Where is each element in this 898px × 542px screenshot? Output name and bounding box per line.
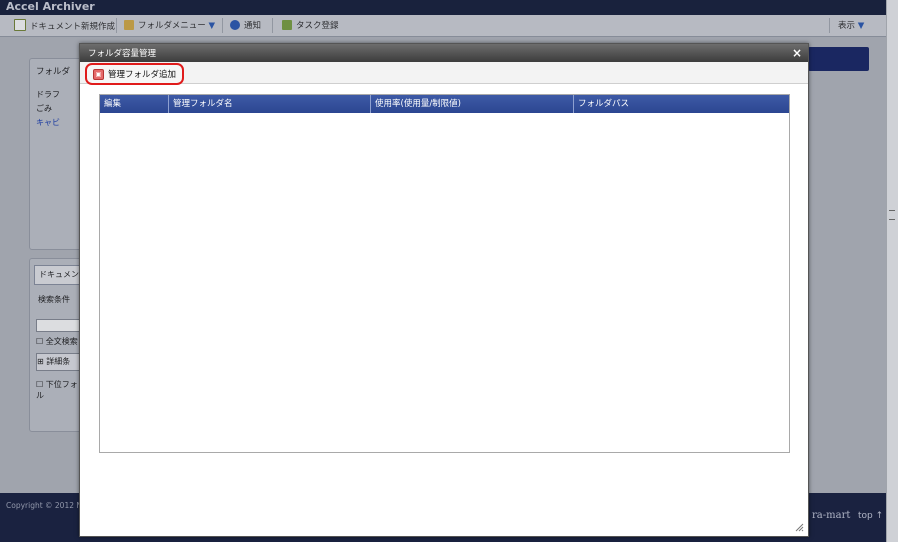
add-folder-icon: ▣: [93, 68, 104, 80]
table-header-scroll-cap: [775, 95, 789, 113]
page-scrollbar[interactable]: [886, 0, 898, 542]
scroll-grip-icon: [889, 210, 895, 220]
dialog-toolbar: ▣ 管理フォルダ追加: [80, 62, 808, 85]
add-managed-folder-label: 管理フォルダ追加: [108, 70, 177, 80]
column-header-edit[interactable]: 編集: [100, 95, 169, 113]
add-managed-folder-button[interactable]: ▣ 管理フォルダ追加: [85, 63, 185, 85]
close-icon[interactable]: ×: [792, 46, 802, 60]
table-header: 編集 管理フォルダ名 使用率(使用量/制限値) フォルダパス: [100, 95, 789, 113]
column-header-folder-name[interactable]: 管理フォルダ名: [169, 95, 371, 113]
managed-folder-table: 編集 管理フォルダ名 使用率(使用量/制限値) フォルダパス: [99, 94, 790, 453]
folder-capacity-dialog: フォルダ容量管理 × ▣ 管理フォルダ追加 編集 管理フォルダ名 使用率(使用量…: [79, 43, 809, 537]
dialog-title: フォルダ容量管理: [88, 49, 157, 59]
resize-grip-icon[interactable]: [794, 522, 804, 532]
dialog-titlebar: フォルダ容量管理 ×: [80, 44, 808, 62]
column-header-usage-rate[interactable]: 使用率(使用量/制限値): [371, 95, 574, 113]
column-header-folder-path[interactable]: フォルダパス: [574, 95, 776, 113]
